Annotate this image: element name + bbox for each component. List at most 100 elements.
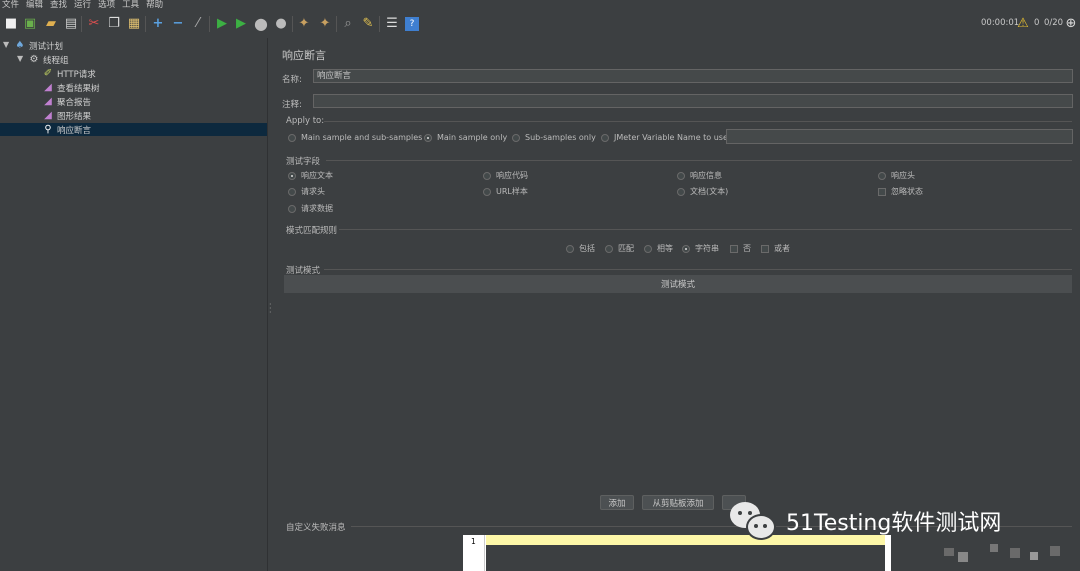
field-response-headers-radio[interactable]: 响应头	[878, 170, 915, 181]
menu-tools[interactable]: 工具	[120, 0, 144, 11]
radio-dot	[644, 244, 652, 253]
match-contains-radio[interactable]: 包括	[566, 243, 595, 254]
new-icon[interactable]: ■	[4, 17, 18, 31]
checkbox-box	[878, 187, 886, 196]
custom-failure-title: 自定义失败消息	[286, 523, 346, 533]
apply-variable-radio[interactable]: JMeter Variable Name to use	[601, 133, 728, 142]
match-substring-radio[interactable]: 字符串	[682, 243, 719, 254]
clear-icon[interactable]: ✦	[297, 17, 311, 31]
group-divider	[324, 121, 1072, 122]
comment-field[interactable]	[313, 94, 1073, 108]
radio-label: 文档(文本)	[690, 187, 729, 196]
clear-all-icon[interactable]: ✦	[318, 17, 332, 31]
radio-dot	[601, 133, 609, 142]
tree-item-thread-group[interactable]: ⚙ 线程组	[28, 53, 69, 66]
radio-dot	[566, 244, 574, 253]
add-button[interactable]: 添加	[600, 495, 634, 510]
radio-dot	[288, 187, 296, 196]
menu-edit[interactable]: 编辑	[24, 0, 48, 11]
match-matches-radio[interactable]: 匹配	[605, 243, 634, 254]
menu-options[interactable]: 选项	[96, 0, 120, 11]
field-request-data-radio[interactable]: 请求数据	[288, 203, 333, 214]
watermark-text: 51Testing软件测试网	[786, 511, 1002, 536]
watermark: 51Testing软件测试网	[730, 500, 1001, 542]
radio-dot	[878, 171, 886, 180]
cut-icon[interactable]: ✂	[87, 17, 101, 31]
pattern-matching-title: 模式匹配规则	[286, 226, 338, 236]
field-response-text-radio[interactable]: 响应文本	[288, 170, 333, 181]
chevron-down-icon[interactable]: ▼	[17, 54, 23, 63]
checkbox-box	[761, 244, 769, 253]
name-field[interactable]: 响应断言	[313, 69, 1073, 83]
match-equals-radio[interactable]: 相等	[644, 243, 673, 254]
active-threads: 0/20	[1044, 18, 1064, 28]
menu-file[interactable]: 文件	[0, 0, 24, 11]
copy-icon[interactable]: ❐	[107, 17, 121, 31]
ignore-status-checkbox[interactable]: 忽略状态	[878, 186, 923, 197]
function-helper-icon[interactable]: ☰	[385, 17, 399, 31]
search-icon[interactable]: ⌕	[341, 17, 355, 31]
field-response-message-radio[interactable]: 响应信息	[677, 170, 722, 181]
tree-item-aggregate-report[interactable]: ◢ 聚合报告	[42, 95, 91, 108]
reset-search-icon[interactable]: ✎	[361, 17, 375, 31]
toolbar-separator	[145, 16, 146, 32]
elapsed-timer: 00:00:01	[981, 18, 1020, 28]
not-checkbox[interactable]: 否	[730, 243, 751, 254]
open-icon[interactable]: ▰	[44, 17, 58, 31]
menu-search[interactable]: 查找	[48, 0, 72, 11]
group-divider	[339, 229, 1072, 230]
start-no-pause-icon[interactable]: ▶	[234, 17, 248, 31]
editor-area	[486, 545, 885, 571]
tree-item-label: HTTP请求	[57, 69, 96, 80]
toolbar-separator	[336, 16, 337, 32]
group-divider	[324, 269, 1072, 270]
tree-item-response-assertion[interactable]: ⚲ 响应断言	[0, 123, 267, 136]
tree-item-graph-results[interactable]: ◢ 图形结果	[42, 109, 91, 122]
shutdown-icon[interactable]: ●	[274, 17, 288, 31]
field-url-sampled-radio[interactable]: URL样本	[483, 186, 528, 197]
listener-icon: ◢	[44, 110, 52, 121]
listener-icon: ◢	[44, 82, 52, 93]
stop-icon[interactable]: ●	[254, 16, 268, 32]
group-divider	[326, 160, 1072, 161]
tree-item-label: 线程组	[43, 55, 69, 66]
menu-bar: 文件 编辑 查找 运行 选项 工具 帮助	[0, 0, 1080, 11]
field-document-radio[interactable]: 文档(文本)	[677, 186, 728, 197]
add-from-clipboard-button[interactable]: 从剪贴板添加	[642, 495, 714, 510]
apply-main-only-radio[interactable]: Main sample only	[424, 133, 507, 142]
apply-main-and-sub-radio[interactable]: Main sample and sub-samples	[288, 133, 422, 142]
start-icon[interactable]: ▶	[215, 17, 229, 31]
remote-start-icon[interactable]: ⊕	[1064, 17, 1078, 31]
tree-item-label: 响应断言	[57, 125, 92, 136]
chevron-down-icon[interactable]: ▼	[3, 40, 9, 49]
expand-icon[interactable]: +	[151, 17, 165, 31]
save-icon[interactable]: ▤	[64, 17, 78, 31]
paste-icon[interactable]: ▦	[127, 17, 141, 31]
variable-name-field[interactable]	[726, 129, 1073, 144]
radio-dot-selected	[682, 244, 690, 253]
toggle-icon[interactable]: ⁄	[191, 17, 205, 31]
tree-item-http-request[interactable]: ✐ HTTP请求	[42, 67, 96, 80]
assertion-icon: ⚲	[44, 124, 52, 135]
field-request-headers-radio[interactable]: 请求头	[288, 186, 325, 197]
apply-sub-only-radio[interactable]: Sub-samples only	[512, 133, 596, 142]
tree-item-test-plan[interactable]: ♠ 测试计划	[14, 39, 64, 52]
radio-dot	[512, 133, 520, 142]
menu-run[interactable]: 运行	[72, 0, 96, 11]
warning-icon[interactable]: ⚠	[1016, 17, 1030, 31]
splitter-grip-icon: · · ·	[269, 300, 272, 317]
checkbox-label: 否	[743, 244, 751, 253]
field-response-code-radio[interactable]: 响应代码	[483, 170, 528, 181]
radio-label: 响应代码	[496, 171, 528, 180]
help-icon[interactable]: ?	[405, 17, 419, 31]
sampler-icon: ✐	[43, 68, 53, 79]
or-checkbox[interactable]: 或者	[761, 243, 790, 254]
field-to-test-title: 测试字段	[286, 157, 321, 167]
tree-item-view-results-tree[interactable]: ◢ 查看结果树	[42, 81, 99, 94]
collapse-icon[interactable]: −	[171, 17, 185, 31]
radio-label: URL样本	[496, 187, 528, 196]
radio-label: 匹配	[618, 244, 634, 253]
templates-icon[interactable]: ▣	[23, 17, 37, 31]
menu-help[interactable]: 帮助	[144, 0, 168, 11]
radio-dot-selected	[424, 133, 432, 142]
